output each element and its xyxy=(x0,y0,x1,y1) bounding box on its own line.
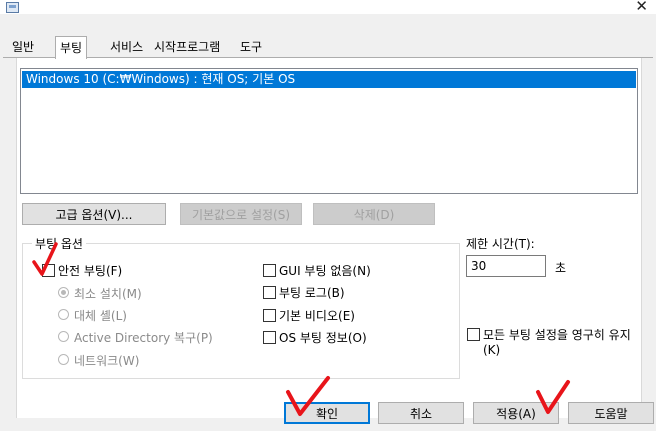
no-gui-boot-checkbox[interactable] xyxy=(263,264,276,277)
permanent-settings-checkbox[interactable] xyxy=(467,328,480,341)
alternate-shell-label: 대체 셸(L) xyxy=(74,309,127,323)
network-label: 네트워크(W) xyxy=(74,354,140,368)
boot-log-checkbox[interactable] xyxy=(263,286,276,299)
tab-tools[interactable]: 도구 xyxy=(236,38,266,57)
annotation-checkmark-icon xyxy=(32,242,58,276)
os-list[interactable]: Windows 10 (C:₩Windows) : 현재 OS; 기본 OS xyxy=(20,68,638,194)
minimal-label: 최소 설치(M) xyxy=(74,287,142,301)
os-boot-info-label: OS 부팅 정보(O) xyxy=(279,331,367,345)
delete-button[interactable]: 삭제(D) xyxy=(313,203,435,225)
active-directory-radio[interactable] xyxy=(58,331,69,342)
advanced-options-button[interactable]: 고급 옵션(V)... xyxy=(22,203,166,225)
active-directory-label: Active Directory 복구(P) xyxy=(74,331,213,345)
title-bar xyxy=(0,0,656,14)
alternate-shell-radio[interactable] xyxy=(58,309,69,320)
no-gui-boot-label: GUI 부팅 없음(N) xyxy=(279,264,371,278)
set-default-button[interactable]: 기본값으로 설정(S) xyxy=(180,203,302,225)
timeout-unit: 초 xyxy=(555,261,567,275)
msconfig-app-icon xyxy=(6,2,19,13)
annotation-checkmark-icon xyxy=(286,376,330,416)
permanent-settings-label: 모든 부팅 설정을 영구히 유지 xyxy=(483,328,631,342)
os-list-item[interactable]: Windows 10 (C:₩Windows) : 현재 OS; 기본 OS xyxy=(22,71,636,88)
tab-services[interactable]: 서비스 xyxy=(106,38,147,57)
network-radio[interactable] xyxy=(58,354,69,365)
boot-log-label: 부팅 로그(B) xyxy=(279,286,345,300)
base-video-checkbox[interactable] xyxy=(263,309,276,322)
cancel-button[interactable]: 취소 xyxy=(378,402,464,424)
close-icon[interactable]: ✕ xyxy=(635,0,648,14)
tab-startup[interactable]: 시작프로그램 xyxy=(150,38,224,57)
minimal-radio[interactable] xyxy=(58,287,69,298)
base-video-label: 기본 비디오(E) xyxy=(279,309,355,323)
annotation-checkmark-icon xyxy=(536,380,570,414)
permanent-settings-label-hotkey: (K) xyxy=(483,343,501,357)
tab-general[interactable]: 일반 xyxy=(8,38,38,57)
timeout-input[interactable]: 30 xyxy=(466,255,546,277)
tab-boot[interactable]: 부팅 xyxy=(55,36,88,59)
timeout-label: 제한 시간(T): xyxy=(466,237,535,251)
os-boot-info-checkbox[interactable] xyxy=(263,331,276,344)
